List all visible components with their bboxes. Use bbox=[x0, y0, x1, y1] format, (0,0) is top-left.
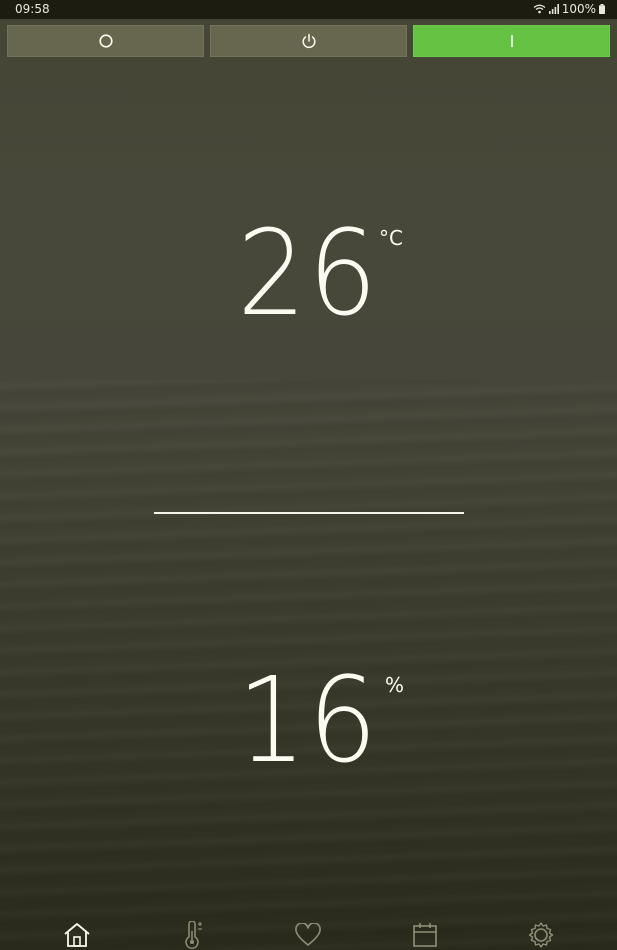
humidity-value: 16 bbox=[237, 651, 380, 789]
calendar-icon bbox=[412, 922, 438, 948]
mode-on-button[interactable] bbox=[413, 25, 610, 57]
mode-off-button[interactable] bbox=[7, 25, 204, 57]
nav-schedule[interactable] bbox=[410, 920, 440, 950]
temperature-value: 26 bbox=[237, 204, 380, 342]
humidity-unit: % bbox=[385, 673, 405, 697]
battery-icon bbox=[599, 4, 605, 14]
divider-line bbox=[154, 512, 464, 514]
nav-home[interactable] bbox=[62, 920, 92, 950]
circle-icon bbox=[98, 34, 113, 48]
humidity-reading: 16 bbox=[0, 661, 617, 779]
gear-icon bbox=[527, 921, 555, 949]
bottom-nav bbox=[0, 916, 617, 950]
power-icon bbox=[301, 33, 317, 49]
status-bar: 09:58 100% bbox=[0, 0, 617, 19]
battery-percent: 100% bbox=[561, 2, 596, 16]
signal-icon bbox=[548, 4, 559, 14]
home-icon bbox=[63, 922, 91, 948]
mode-selector bbox=[7, 25, 610, 57]
temperature-reading: 26 bbox=[0, 214, 617, 332]
app-screen: 09:58 100% 26 °C 16 % bbox=[0, 0, 617, 950]
status-indicators: 100% bbox=[533, 2, 605, 16]
nav-settings[interactable] bbox=[526, 920, 556, 950]
nav-thermostat[interactable] bbox=[177, 920, 207, 950]
mode-power-button[interactable] bbox=[210, 25, 407, 57]
on-line-icon bbox=[510, 34, 514, 48]
heart-icon bbox=[294, 923, 322, 947]
thermometer-icon bbox=[179, 921, 205, 949]
wifi-icon bbox=[533, 4, 546, 14]
nav-favorites[interactable] bbox=[293, 920, 323, 950]
status-time: 09:58 bbox=[15, 2, 50, 16]
temperature-unit: °C bbox=[379, 226, 403, 250]
